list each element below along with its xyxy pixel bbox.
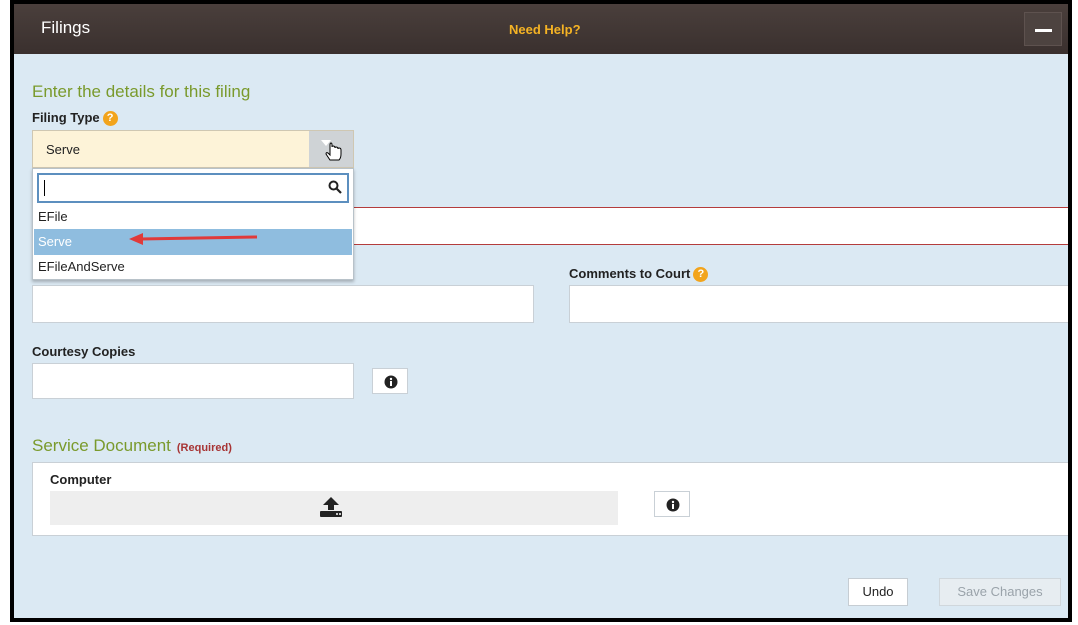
option-efile[interactable]: EFile <box>34 204 352 230</box>
save-changes-button[interactable]: Save Changes <box>939 578 1061 606</box>
help-icon[interactable]: ? <box>693 267 709 283</box>
upload-dropzone[interactable] <box>50 491 618 525</box>
option-label: EFile <box>38 209 68 224</box>
service-document-info-button[interactable] <box>654 491 690 517</box>
minimize-button[interactable] <box>1024 12 1062 46</box>
courtesy-copies-info-button[interactable] <box>372 368 408 394</box>
text-cursor <box>44 180 45 196</box>
hand-pointer-icon <box>321 140 342 161</box>
filing-description-input[interactable] <box>32 285 534 323</box>
need-help-link[interactable]: Need Help? <box>509 22 581 37</box>
option-label: EFileAndServe <box>38 259 125 274</box>
filings-panel: Filings Need Help? Enter the details for… <box>10 0 1072 622</box>
filing-type-label: Filing Type? <box>32 110 118 127</box>
help-icon[interactable]: ? <box>102 111 118 127</box>
comments-to-court-label-text: Comments to Court <box>569 266 691 281</box>
filing-type-search-input[interactable] <box>37 173 349 203</box>
info-icon <box>384 375 398 389</box>
computer-source-label: Computer <box>50 472 112 487</box>
filing-type-label-text: Filing Type <box>32 110 100 125</box>
filing-type-selected-value: Serve <box>46 142 80 157</box>
courtesy-copies-input[interactable] <box>32 363 354 399</box>
filing-type-dropdown: EFile Serve EFileAndServe <box>32 168 354 280</box>
required-tag: (Required) <box>176 442 232 454</box>
info-icon <box>666 498 680 512</box>
details-heading: Enter the details for this filing <box>32 82 251 101</box>
filing-type-select[interactable]: Serve <box>32 130 354 168</box>
comments-to-court-label: Comments to Court? <box>569 266 709 283</box>
courtesy-copies-label: Courtesy Copies <box>32 344 136 359</box>
panel-titlebar: Filings Need Help? <box>14 4 1068 54</box>
option-efileandserve[interactable]: EFileAndServe <box>34 254 352 280</box>
annotation-arrow-icon <box>129 233 258 245</box>
option-label: Serve <box>38 234 72 249</box>
undo-button[interactable]: Undo <box>848 578 908 606</box>
service-document-heading: Service Document (Required) <box>32 436 232 456</box>
filing-type-dropdown-toggle[interactable] <box>309 131 353 167</box>
comments-to-court-input[interactable] <box>569 285 1068 323</box>
service-document-heading-text: Service Document <box>32 436 171 455</box>
upload-icon <box>320 497 342 517</box>
search-icon <box>328 180 342 194</box>
panel-title: Filings <box>41 18 91 37</box>
